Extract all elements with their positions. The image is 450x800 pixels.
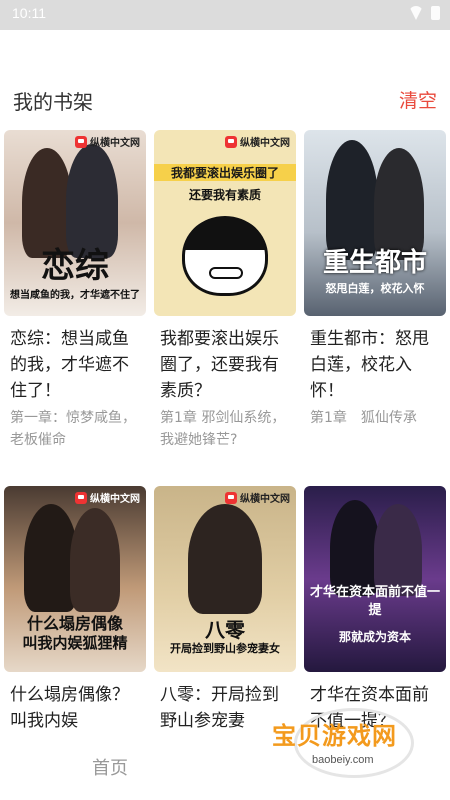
page-title: 我的书架 <box>13 90 93 114</box>
wifi-icon <box>409 6 423 20</box>
status-time: 10:11 <box>12 5 46 21</box>
book-card-1[interactable]: 纵横中文网 恋综 想当咸鱼的我，才华遮不住了 恋综：想当咸鱼的我，才华遮不住了！… <box>4 130 146 451</box>
clear-button[interactable]: 清空 <box>399 86 437 113</box>
cover-title: 八零 <box>205 618 245 642</box>
cover-figure <box>330 500 380 596</box>
status-bar: 10:11 <box>0 0 450 30</box>
book-card-3[interactable]: 重生都市 怒甩白莲，校花入怀 重生都市：怒甩白莲，校花入怀！ 第1章 狐仙传承 <box>304 130 446 429</box>
publisher-logo-icon <box>225 491 237 504</box>
publisher-badge: 纵横中文网 <box>75 134 140 149</box>
cover-subtitle: 还要我有素质 <box>188 188 261 202</box>
cover-title: 才华在资本面前不值一提 <box>310 585 441 618</box>
publisher-badge: 纵横中文网 <box>225 490 290 505</box>
publisher-logo-icon <box>225 135 237 148</box>
status-icons <box>409 6 440 20</box>
book-title[interactable]: 什么塌房偶像？叫我内娱 <box>4 682 146 734</box>
cover-subtitle: 想当咸鱼的我，才华遮不住了 <box>10 290 140 301</box>
book-card-2[interactable]: 纵横中文网 我都要滚出娱乐圈了 还要我有素质 我都要滚出娱乐圈了，还要我有素质？… <box>154 130 296 451</box>
cover-title: 什么塌房偶像 <box>26 614 123 633</box>
watermark-url: baobeiy.com <box>312 754 374 766</box>
book-title[interactable]: 重生都市：怒甩白莲，校花入怀！ <box>304 326 446 404</box>
cover-subtitle: 怒甩白莲，校花入怀 <box>325 282 425 295</box>
book-cover[interactable]: 纵横中文网 八零 开局捡到野山参宠妻女 <box>154 486 296 672</box>
cover-figure <box>188 504 262 614</box>
book-cover[interactable]: 重生都市 怒甩白莲，校花入怀 <box>304 130 446 316</box>
book-cover[interactable]: 纵横中文网 恋综 想当咸鱼的我，才华遮不住了 <box>4 130 146 316</box>
book-cover[interactable]: 才华在资本面前不值一提 那就成为资本 <box>304 486 446 672</box>
book-card-5[interactable]: 纵横中文网 八零 开局捡到野山参宠妻女 八零：开局捡到野山参宠妻 <box>154 486 296 734</box>
book-cover[interactable]: 纵横中文网 什么塌房偶像 叫我内娱狐狸精 <box>4 486 146 672</box>
watermark: 宝贝游戏网 baobeiy.com <box>266 708 436 782</box>
cover-figure <box>374 504 422 596</box>
battery-icon <box>431 6 440 20</box>
cover-title: 我都要滚出娱乐圈了 <box>154 164 296 181</box>
cover-subtitle: 那就成为资本 <box>338 630 411 644</box>
book-card-4[interactable]: 纵横中文网 什么塌房偶像 叫我内娱狐狸精 什么塌房偶像？叫我内娱 <box>4 486 146 734</box>
book-cover[interactable]: 纵横中文网 我都要滚出娱乐圈了 还要我有素质 <box>154 130 296 316</box>
meme-face-icon <box>182 216 268 296</box>
cover-title: 恋综 <box>41 246 109 286</box>
book-chapter: 第1章 邪剑仙系统，我避她锋芒? <box>160 410 286 448</box>
publisher-badge: 纵横中文网 <box>75 490 140 505</box>
book-title[interactable]: 恋综：想当咸鱼的我，才华遮不住了！ <box>4 326 146 404</box>
publisher-logo-icon <box>75 135 87 148</box>
shelf-header: 我的书架 清空 <box>0 82 450 118</box>
cover-figure <box>70 508 120 612</box>
watermark-text: 宝贝游戏网 <box>272 722 397 750</box>
nav-home-tab[interactable]: 首页 <box>92 754 128 780</box>
book-card-6[interactable]: 才华在资本面前不值一提 那就成为资本 才华在资本面前不值一提？ <box>304 486 446 734</box>
book-chapter: 第1章 狐仙传承 <box>310 410 417 426</box>
cover-subtitle: 叫我内娱狐狸精 <box>22 634 128 652</box>
book-chapter: 第一章：惊梦咸鱼，老板催命 <box>10 410 136 448</box>
cover-title: 重生都市 <box>322 248 427 278</box>
publisher-logo-icon <box>75 491 87 504</box>
cover-subtitle: 开局捡到野山参宠妻女 <box>170 642 280 655</box>
publisher-badge: 纵横中文网 <box>225 134 290 149</box>
book-title[interactable]: 我都要滚出娱乐圈了，还要我有素质？ <box>154 326 296 404</box>
